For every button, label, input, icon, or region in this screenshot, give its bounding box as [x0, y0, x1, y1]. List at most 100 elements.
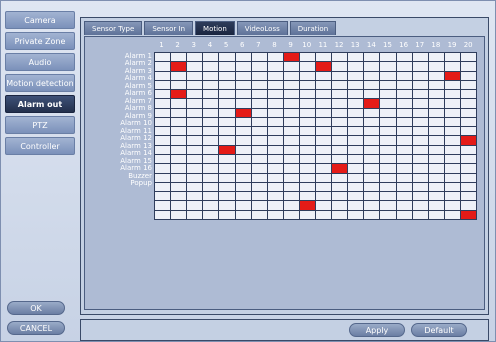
grid-cell[interactable]	[396, 145, 412, 155]
grid-cell[interactable]	[412, 62, 428, 71]
grid-cell[interactable]	[219, 90, 235, 99]
grid-cell[interactable]	[267, 99, 283, 108]
grid-cell[interactable]	[299, 99, 315, 108]
grid-cell[interactable]	[412, 117, 428, 127]
grid-cell[interactable]	[299, 210, 315, 219]
grid-cell[interactable]	[444, 99, 460, 108]
grid-cell[interactable]	[316, 182, 332, 192]
grid-cell[interactable]	[444, 108, 460, 117]
grid-cell[interactable]	[428, 99, 444, 108]
grid-cell[interactable]	[155, 62, 171, 71]
grid-cell[interactable]	[235, 210, 251, 219]
grid-cell[interactable]	[299, 155, 315, 164]
grid-cell[interactable]	[460, 136, 476, 145]
grid-cell[interactable]	[444, 155, 460, 164]
grid-cell[interactable]	[283, 210, 299, 219]
grid-cell[interactable]	[460, 192, 476, 201]
grid-cell[interactable]	[155, 201, 171, 210]
grid-cell[interactable]	[267, 145, 283, 155]
grid-cell[interactable]	[348, 192, 364, 201]
grid-cell[interactable]	[171, 164, 187, 173]
sidebar-item-private-zone[interactable]: Private Zone	[5, 32, 75, 50]
grid-cell[interactable]	[396, 155, 412, 164]
grid-cell[interactable]	[364, 108, 380, 117]
grid-cell[interactable]	[299, 90, 315, 99]
grid-cell[interactable]	[428, 164, 444, 173]
grid-cell[interactable]	[187, 71, 203, 80]
grid-cell[interactable]	[396, 90, 412, 99]
grid-cell[interactable]	[171, 71, 187, 80]
grid-cell[interactable]	[348, 108, 364, 117]
grid-cell[interactable]	[316, 145, 332, 155]
grid-cell[interactable]	[348, 62, 364, 71]
grid-cell[interactable]	[283, 201, 299, 210]
cancel-button[interactable]: CANCEL	[7, 321, 65, 335]
grid-cell[interactable]	[460, 145, 476, 155]
grid-cell[interactable]	[187, 53, 203, 62]
grid-cell[interactable]	[460, 117, 476, 127]
grid-cell[interactable]	[444, 182, 460, 192]
grid-cell[interactable]	[283, 71, 299, 80]
grid-cell[interactable]	[396, 173, 412, 182]
grid-cell[interactable]	[348, 201, 364, 210]
grid-cell[interactable]	[203, 53, 219, 62]
grid-cell[interactable]	[396, 62, 412, 71]
grid-cell[interactable]	[299, 127, 315, 136]
grid-cell[interactable]	[444, 173, 460, 182]
grid-cell[interactable]	[348, 80, 364, 90]
grid-cell[interactable]	[364, 117, 380, 127]
grid-cell[interactable]	[364, 145, 380, 155]
grid-cell[interactable]	[428, 173, 444, 182]
grid-cell[interactable]	[444, 90, 460, 99]
grid-cell[interactable]	[396, 117, 412, 127]
grid-cell[interactable]	[316, 108, 332, 117]
grid-cell[interactable]	[235, 80, 251, 90]
grid-cell[interactable]	[412, 173, 428, 182]
grid-cell[interactable]	[299, 80, 315, 90]
grid-cell[interactable]	[155, 53, 171, 62]
grid-cell[interactable]	[251, 164, 267, 173]
grid-cell[interactable]	[380, 80, 396, 90]
grid-cell[interactable]	[364, 99, 380, 108]
sidebar-item-camera[interactable]: Camera	[5, 11, 75, 29]
grid-cell[interactable]	[460, 62, 476, 71]
grid-cell[interactable]	[299, 71, 315, 80]
grid-cell[interactable]	[251, 136, 267, 145]
grid-cell[interactable]	[396, 136, 412, 145]
grid-cell[interactable]	[267, 192, 283, 201]
grid-cell[interactable]	[316, 210, 332, 219]
grid-cell[interactable]	[235, 117, 251, 127]
grid-cell[interactable]	[235, 145, 251, 155]
grid-cell[interactable]	[251, 192, 267, 201]
grid-cell[interactable]	[155, 127, 171, 136]
tab-sensor-type[interactable]: Sensor Type	[84, 21, 143, 35]
grid-cell[interactable]	[380, 127, 396, 136]
grid-cell[interactable]	[444, 145, 460, 155]
grid-cell[interactable]	[348, 99, 364, 108]
grid-cell[interactable]	[187, 117, 203, 127]
grid-cell[interactable]	[267, 90, 283, 99]
grid-cell[interactable]	[299, 108, 315, 117]
grid-cell[interactable]	[171, 80, 187, 90]
grid-cell[interactable]	[299, 136, 315, 145]
grid-cell[interactable]	[428, 117, 444, 127]
grid-cell[interactable]	[155, 117, 171, 127]
grid-cell[interactable]	[428, 62, 444, 71]
grid-cell[interactable]	[219, 192, 235, 201]
grid-cell[interactable]	[332, 71, 348, 80]
grid-cell[interactable]	[235, 53, 251, 62]
grid-cell[interactable]	[155, 136, 171, 145]
grid-cell[interactable]	[380, 173, 396, 182]
apply-button[interactable]: Apply	[349, 323, 405, 337]
grid-cell[interactable]	[267, 210, 283, 219]
grid-cell[interactable]	[219, 164, 235, 173]
grid-cell[interactable]	[267, 108, 283, 117]
grid-cell[interactable]	[283, 117, 299, 127]
grid-cell[interactable]	[396, 71, 412, 80]
grid-cell[interactable]	[283, 182, 299, 192]
grid-cell[interactable]	[219, 182, 235, 192]
grid-cell[interactable]	[316, 173, 332, 182]
grid-cell[interactable]	[235, 201, 251, 210]
grid-cell[interactable]	[332, 182, 348, 192]
grid-cell[interactable]	[428, 182, 444, 192]
